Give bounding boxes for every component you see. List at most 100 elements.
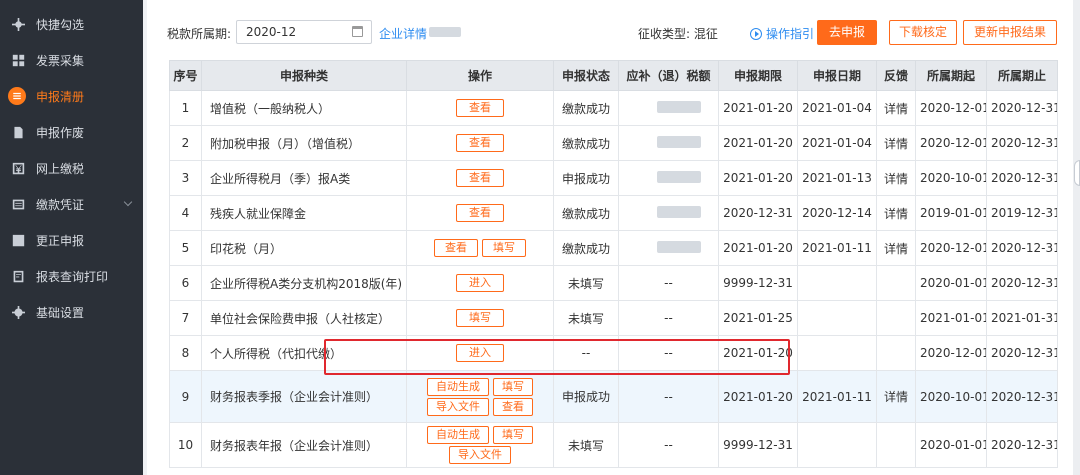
period-end-cell: 2020-12-31 — [986, 90, 1058, 126]
edit-icon — [10, 232, 26, 248]
gear-icon — [10, 16, 26, 32]
row-action-button[interactable]: 查看 — [434, 239, 478, 257]
column-header: 申报状态 — [553, 60, 619, 91]
redacted-amount — [656, 170, 701, 183]
sidebar-item[interactable]: 基础设置 — [0, 294, 143, 330]
period-end-cell: 2020-12-31 — [986, 230, 1058, 266]
period-start-cell: 2020-01-01 — [915, 265, 987, 301]
sidebar-item-label: 申报清册 — [36, 89, 85, 104]
period-end-cell: 2020-12-31 — [986, 265, 1058, 301]
period-end-cell: 2020-12-31 — [986, 125, 1058, 161]
feedback-link[interactable]: 详情 — [876, 90, 916, 126]
feedback-link[interactable]: 详情 — [876, 125, 916, 161]
amount-cell: -- — [618, 370, 719, 423]
row-action-button[interactable]: 查看 — [456, 169, 504, 187]
row-action-button[interactable]: 填写 — [493, 426, 533, 444]
column-header: 应补（退）税额 — [618, 60, 719, 91]
column-header: 所属期起 — [915, 60, 987, 91]
declare-date-cell: 2020-12-14 — [797, 195, 877, 231]
update-declaration-result-button[interactable]: 更新申报结果 — [963, 20, 1057, 45]
table-row: 5 印花税（月） 查看 填写 缴款成功 2021-01-20 2021-01-11 详情 202… — [169, 230, 1058, 266]
document-icon — [10, 124, 26, 140]
row-action-button[interactable]: 填写 — [493, 377, 533, 396]
row-number: 1 — [169, 90, 202, 126]
period-start-cell: 2021-01-01 — [915, 300, 987, 336]
operation-guide-label: 操作指引 — [766, 27, 815, 41]
chevron-down-icon[interactable] — [123, 197, 133, 207]
row-actions: 填写 — [406, 300, 554, 336]
sidebar-item[interactable]: 网上缴税 — [0, 150, 143, 186]
row-action-button[interactable]: 导入文件 — [449, 446, 511, 464]
amount-cell — [618, 125, 719, 161]
row-number: 7 — [169, 300, 202, 336]
sidebar-item[interactable]: 更正申报 — [0, 222, 143, 258]
declaration-status: 缴款成功 — [553, 230, 619, 266]
declaration-status: 缴款成功 — [553, 195, 619, 231]
deadline-cell: 2021-01-20 — [718, 125, 798, 161]
deadline-cell: 2021-01-25 — [718, 300, 798, 336]
row-action-button[interactable]: 查看 — [493, 397, 533, 416]
redacted-amount — [656, 135, 701, 148]
sidebar-item-label: 更正申报 — [36, 233, 85, 248]
scrollbar-track[interactable] — [1073, 0, 1080, 475]
row-action-button[interactable]: 进入 — [456, 344, 504, 362]
declaration-type: 印花税（月） — [201, 230, 407, 266]
row-action-button[interactable]: 导入文件 — [427, 397, 489, 416]
table-row: 7 单位社会保险费申报（人社核定） 填写 未填写 -- 2021-01-25 2021-01… — [169, 300, 1058, 336]
row-action-button[interactable]: 自动生成 — [427, 377, 489, 396]
redacted-amount — [656, 100, 701, 113]
grid-icon — [10, 52, 26, 68]
declaration-type: 单位社会保险费申报（人社核定） — [201, 300, 407, 336]
table-row: 10 财务报表年报（企业会计准则） 自动生成 填写 导入文件 未填写 -- 9999-12-3… — [169, 422, 1058, 468]
row-action-button[interactable]: 查看 — [456, 204, 504, 222]
table-row: 4 残疾人就业保障金 查看 缴款成功 2020-12-31 2020-12-14 详情 201… — [169, 195, 1058, 231]
row-number: 5 — [169, 230, 202, 266]
period-end-cell: 2020-12-31 — [986, 160, 1058, 196]
row-action-button[interactable]: 自动生成 — [427, 426, 489, 444]
declaration-type: 企业所得税A类分支机构2018版(年) — [201, 265, 407, 301]
row-number: 6 — [169, 265, 202, 301]
receipt-icon — [10, 196, 26, 212]
period-start-cell: 2020-12-01 — [915, 90, 987, 126]
sidebar-item[interactable]: 报表查询打印 — [0, 258, 143, 294]
sidebar-item[interactable]: 申报清册 — [0, 78, 143, 114]
row-action-button[interactable]: 查看 — [456, 99, 504, 117]
sidebar-item-label: 申报作废 — [36, 125, 85, 140]
operation-guide-link[interactable]: 操作指引 — [750, 25, 814, 42]
feedback-link[interactable]: 详情 — [876, 230, 916, 266]
row-number: 2 — [169, 125, 202, 161]
sidebar-item[interactable]: 快捷勾选 — [0, 6, 143, 42]
row-number: 9 — [169, 370, 202, 423]
yen-icon — [10, 160, 26, 176]
declaration-type: 财务报表季报（企业会计准则） — [201, 370, 407, 423]
row-action-button[interactable]: 填写 — [482, 239, 526, 257]
feedback-link — [876, 335, 916, 371]
sidebar-item[interactable]: 申报作废 — [0, 114, 143, 150]
period-date-picker[interactable]: 2020-12 — [236, 20, 372, 44]
row-action-button[interactable]: 查看 — [456, 134, 504, 152]
enterprise-detail-link[interactable]: 企业详情 — [379, 25, 427, 42]
period-end-cell: 2020-12-31 — [986, 422, 1058, 468]
feedback-link — [876, 300, 916, 336]
settings-icon — [10, 304, 26, 320]
sidebar-item[interactable]: 缴款凭证 — [0, 186, 143, 222]
declaration-table: 序号 申报种类 操作 申报状态 应补（退）税额 申报期限 申报日期 反馈 所属期起 所属期止 1增… — [169, 60, 1058, 468]
column-header: 申报种类 — [201, 60, 407, 91]
row-action-button[interactable]: 填写 — [456, 309, 504, 327]
go-declare-button[interactable]: 去申报 — [817, 20, 877, 45]
feedback-link[interactable]: 详情 — [876, 160, 916, 196]
sidebar: 快捷勾选 发票采集申报清册申报作废网上缴税 缴款凭证更正申报报表查询打印 基础设置 — [0, 0, 143, 475]
download-verification-button[interactable]: 下载核定 — [889, 20, 957, 45]
declaration-status: -- — [553, 335, 619, 371]
sidebar-item[interactable]: 发票采集 — [0, 42, 143, 78]
feedback-link[interactable]: 详情 — [876, 195, 916, 231]
row-actions: 自动生成 填写导入文件 — [406, 422, 554, 468]
side-float-handle[interactable] — [1074, 160, 1080, 186]
column-header: 反馈 — [876, 60, 916, 91]
feedback-link[interactable]: 详情 — [876, 370, 916, 423]
declare-date-cell: 2021-01-11 — [797, 370, 877, 423]
row-action-button[interactable]: 进入 — [456, 274, 504, 292]
calendar-icon[interactable] — [352, 26, 363, 37]
declaration-status: 未填写 — [553, 422, 619, 468]
period-start-cell: 2020-12-01 — [915, 230, 987, 266]
